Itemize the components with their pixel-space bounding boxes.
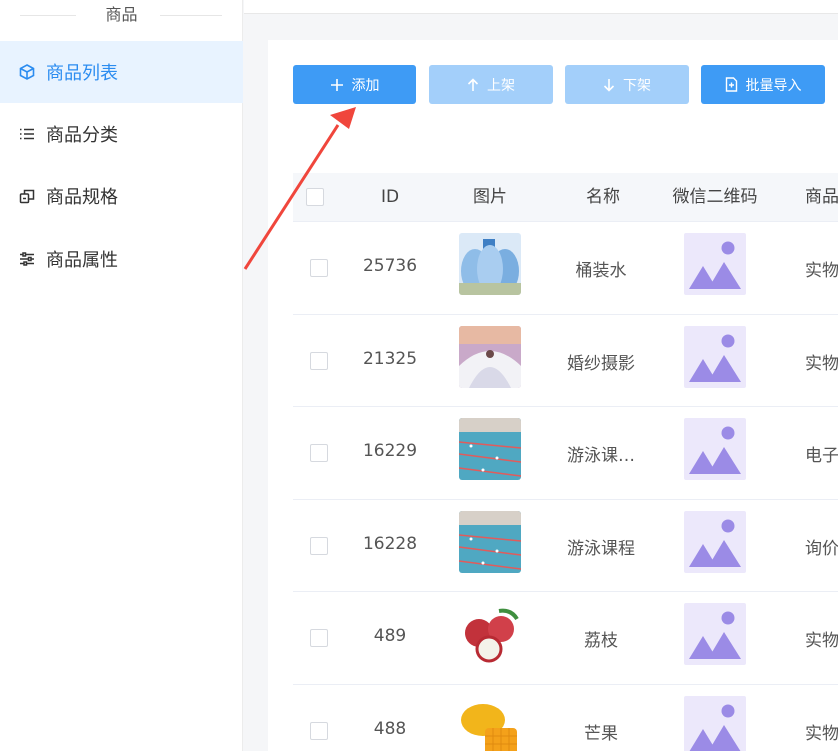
column-header-product-type: 商品 xyxy=(805,187,838,207)
wechat-qr-placeholder-icon[interactable] xyxy=(684,603,746,666)
batch-import-button-label: 批量导入 xyxy=(745,76,802,93)
cell-name: 游泳课… xyxy=(567,446,635,467)
swimming-pool-photo[interactable] xyxy=(459,418,521,481)
add-button[interactable]: 添加 xyxy=(293,65,416,104)
cell-name: 荔枝 xyxy=(584,631,618,652)
wechat-qr-placeholder-icon[interactable] xyxy=(684,325,746,388)
on-shelf-button[interactable]: 上架 xyxy=(429,65,553,104)
select-all-checkbox[interactable] xyxy=(306,188,324,206)
row-checkbox[interactable] xyxy=(310,259,328,277)
spec-icon xyxy=(18,187,36,205)
lychee-photo[interactable] xyxy=(459,603,521,666)
top-bar xyxy=(244,0,838,14)
sidebar-item-label: 商品属性 xyxy=(46,250,118,271)
sidebar-item-product-spec[interactable]: 商品规格 xyxy=(0,165,243,227)
cube-icon xyxy=(18,63,36,81)
cell-name: 游泳课程 xyxy=(567,538,635,559)
water-bottle-photo[interactable] xyxy=(459,233,521,295)
row-checkbox[interactable] xyxy=(310,444,328,463)
table-row[interactable]: 488 芒果 实物 xyxy=(293,685,838,751)
row-checkbox[interactable] xyxy=(310,351,328,370)
sliders-icon xyxy=(18,250,36,268)
sidebar-item-product-list[interactable]: 商品列表 xyxy=(0,41,243,103)
cell-product-type: 实物 xyxy=(805,261,838,281)
wechat-qr-placeholder-icon[interactable] xyxy=(684,510,746,573)
table-header: ID 图片 名称 微信二维码 商品 xyxy=(293,173,838,222)
divider xyxy=(160,15,222,16)
sidebar-item-label: 商品列表 xyxy=(46,63,118,84)
cell-id: 21325 xyxy=(362,348,418,369)
cell-product-type: 实物 xyxy=(805,353,838,374)
sidebar: 商品 商品列表 商品分类 商品规格 商品属性 xyxy=(0,0,243,751)
cell-product-type: 实物 xyxy=(805,631,838,652)
row-checkbox[interactable] xyxy=(310,629,328,648)
cell-product-type: 询价 xyxy=(805,538,838,559)
row-checkbox[interactable] xyxy=(310,722,328,740)
cell-id: 489 xyxy=(373,626,407,647)
table-row[interactable]: 16229 游泳课… 电子 xyxy=(293,407,838,500)
cell-name: 婚纱摄影 xyxy=(567,353,635,374)
column-header-image: 图片 xyxy=(473,187,507,207)
cell-id: 488 xyxy=(373,719,407,739)
sidebar-item-label: 商品规格 xyxy=(46,187,118,208)
batch-import-button[interactable]: 批量导入 xyxy=(701,65,825,104)
plus-icon xyxy=(330,78,343,91)
off-shelf-button[interactable]: 下架 xyxy=(565,65,689,104)
sidebar-item-label: 商品分类 xyxy=(46,125,118,146)
table-row[interactable]: 25736 桶装水 实物 xyxy=(293,222,838,315)
cell-name: 桶装水 xyxy=(575,261,627,281)
column-header-id: ID xyxy=(380,187,400,207)
on-shelf-button-label: 上架 xyxy=(487,76,515,93)
cell-id: 16229 xyxy=(362,441,418,462)
wechat-qr-placeholder-icon[interactable] xyxy=(684,233,746,295)
sidebar-item-product-category[interactable]: 商品分类 xyxy=(0,103,243,165)
sidebar-item-product-attribute[interactable]: 商品属性 xyxy=(0,228,243,290)
add-button-label: 添加 xyxy=(351,76,380,93)
cell-id: 16228 xyxy=(362,533,418,554)
cell-name: 芒果 xyxy=(584,724,618,744)
mango-photo[interactable] xyxy=(459,696,521,751)
column-header-wechat-qr: 微信二维码 xyxy=(672,187,758,207)
wedding-photo[interactable] xyxy=(459,325,521,388)
wechat-qr-placeholder-icon[interactable] xyxy=(684,418,746,481)
arrow-down-icon xyxy=(603,78,615,92)
off-shelf-button-label: 下架 xyxy=(623,76,651,93)
table-row[interactable]: 21325 婚纱摄影 实物 xyxy=(293,315,838,408)
table-row[interactable]: 489 荔枝 实物 xyxy=(293,592,838,685)
cell-product-type: 实物 xyxy=(805,724,838,744)
cell-product-type: 电子 xyxy=(805,446,838,467)
file-import-icon xyxy=(725,77,737,92)
table-row[interactable]: 16228 游泳课程 询价 xyxy=(293,500,838,593)
swimming-pool-photo[interactable] xyxy=(459,510,521,573)
cell-id: 25736 xyxy=(362,256,418,276)
arrow-up-icon xyxy=(467,77,479,91)
column-header-name: 名称 xyxy=(586,187,620,207)
row-checkbox[interactable] xyxy=(310,536,328,555)
wechat-qr-placeholder-icon[interactable] xyxy=(684,696,746,751)
list-icon xyxy=(18,125,36,143)
